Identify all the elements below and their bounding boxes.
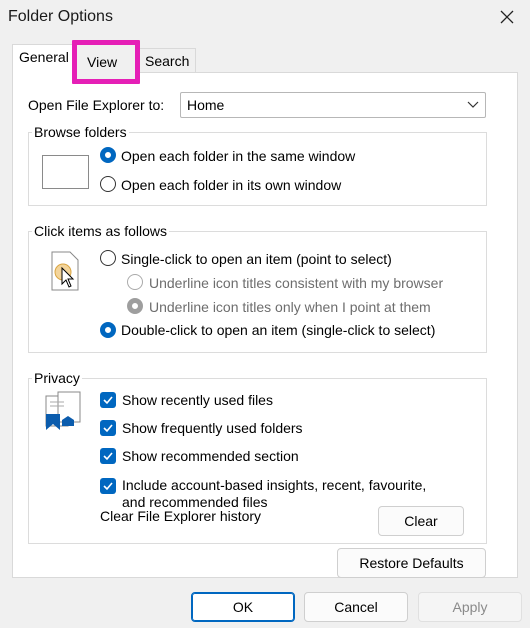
apply-button[interactable]: Apply — [418, 592, 522, 622]
open-explorer-value: Home — [187, 97, 225, 113]
tab-search[interactable]: Search — [138, 48, 197, 74]
cancel-button[interactable]: Cancel — [304, 592, 408, 622]
tab-view-label: View — [87, 54, 118, 70]
clear-button-label: Clear — [404, 513, 438, 529]
restore-defaults-button[interactable]: Restore Defaults — [337, 548, 486, 578]
ok-button-label: OK — [232, 599, 254, 615]
apply-button-label: Apply — [452, 599, 488, 615]
radio-single-click[interactable] — [100, 250, 116, 266]
radio-underline-point[interactable] — [127, 298, 143, 314]
tab-general[interactable]: General — [12, 44, 76, 74]
ok-button[interactable]: OK — [191, 592, 295, 622]
checkmark-icon — [103, 452, 113, 461]
checkmark-icon — [103, 396, 113, 405]
clear-button[interactable]: Clear — [378, 506, 464, 536]
chevron-down-icon — [467, 101, 479, 108]
radio-underline-point-label[interactable]: Underline icon titles only when I point … — [149, 299, 431, 315]
click-items-title: Click items as follows — [32, 223, 170, 239]
title-bar: Folder Options — [0, 0, 530, 36]
checkbox-recommended-section[interactable] — [100, 448, 116, 464]
radio-double-click-label[interactable]: Double-click to open an item (single-cli… — [121, 322, 435, 338]
radio-double-click[interactable] — [100, 322, 116, 338]
checkbox-account-insights[interactable] — [100, 478, 116, 494]
checkmark-icon — [103, 424, 113, 433]
close-button[interactable] — [484, 0, 530, 34]
click-pointer-icon — [51, 251, 79, 291]
tab-search-label: Search — [145, 53, 190, 69]
radio-single-click-label[interactable]: Single-click to open an item (point to s… — [121, 251, 392, 267]
checkbox-frequent-folders-label[interactable]: Show frequently used folders — [122, 420, 303, 436]
tab-general-label: General — [19, 49, 69, 65]
close-icon — [500, 10, 514, 24]
checkbox-recommended-section-label[interactable]: Show recommended section — [122, 448, 299, 464]
radio-own-window-label[interactable]: Open each folder in its own window — [121, 177, 341, 193]
browse-folders-title: Browse folders — [32, 124, 129, 140]
privacy-icon — [45, 391, 81, 430]
radio-own-window[interactable] — [100, 176, 116, 192]
checkbox-account-insights-label-line1[interactable]: Include account-based insights, recent, … — [122, 477, 426, 493]
checkbox-recent-files-label[interactable]: Show recently used files — [122, 392, 273, 408]
open-explorer-dropdown[interactable]: Home — [180, 92, 486, 118]
restore-defaults-label: Restore Defaults — [359, 555, 464, 571]
privacy-title: Privacy — [32, 370, 82, 386]
radio-same-window-label[interactable]: Open each folder in the same window — [121, 148, 355, 164]
window-title: Folder Options — [8, 8, 113, 25]
radio-underline-browser[interactable] — [127, 274, 143, 290]
checkbox-frequent-folders[interactable] — [100, 420, 116, 436]
cancel-button-label: Cancel — [334, 599, 378, 615]
checkmark-icon — [103, 482, 113, 491]
open-explorer-label: Open File Explorer to: — [28, 97, 165, 113]
browse-folders-group — [28, 132, 487, 206]
clear-history-label: Clear File Explorer history — [100, 508, 262, 524]
radio-underline-browser-label[interactable]: Underline icon titles consistent with my… — [149, 275, 443, 291]
checkbox-recent-files[interactable] — [100, 392, 116, 408]
radio-same-window[interactable] — [100, 147, 116, 163]
tab-view[interactable]: View — [72, 40, 140, 84]
browse-folders-preview-icon — [42, 155, 89, 189]
